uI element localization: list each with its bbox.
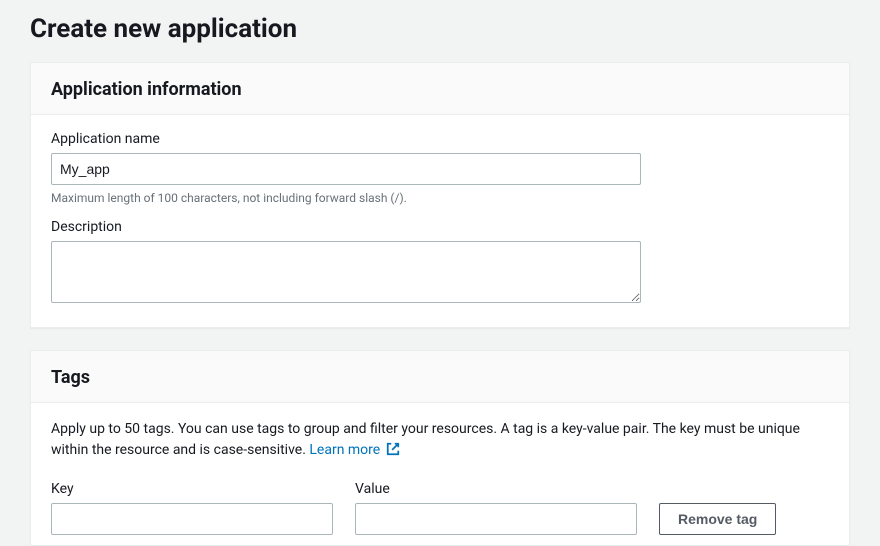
learn-more-text: Learn more bbox=[309, 442, 380, 458]
page-title: Create new application bbox=[30, 14, 850, 44]
tag-key-column: Key bbox=[51, 481, 333, 535]
tags-heading: Tags bbox=[51, 367, 829, 388]
tag-key-label: Key bbox=[51, 481, 333, 497]
application-information-heading: Application information bbox=[51, 79, 829, 100]
tag-value-label: Value bbox=[355, 481, 637, 497]
external-link-icon bbox=[386, 442, 400, 463]
application-name-label: Application name bbox=[51, 131, 829, 147]
tags-description-text: Apply up to 50 tags. You can use tags to… bbox=[51, 421, 800, 458]
application-information-panel: Application information Application name… bbox=[30, 62, 850, 328]
tag-row: Key Value Remove tag bbox=[51, 481, 829, 535]
learn-more-link[interactable]: Learn more bbox=[309, 442, 399, 458]
tags-panel: Tags Apply up to 50 tags. You can use ta… bbox=[30, 350, 850, 546]
tag-key-input[interactable] bbox=[51, 503, 333, 535]
tag-action-column: Remove tag bbox=[659, 503, 776, 535]
tag-value-column: Value bbox=[355, 481, 637, 535]
application-information-header: Application information bbox=[31, 63, 849, 115]
application-name-field: Application name Maximum length of 100 c… bbox=[51, 131, 829, 205]
description-input[interactable] bbox=[51, 241, 641, 303]
tags-header: Tags bbox=[31, 351, 849, 403]
description-label: Description bbox=[51, 219, 829, 235]
application-name-input[interactable] bbox=[51, 153, 641, 185]
tags-description: Apply up to 50 tags. You can use tags to… bbox=[51, 419, 829, 463]
application-name-hint: Maximum length of 100 characters, not in… bbox=[51, 191, 829, 205]
description-field: Description bbox=[51, 219, 829, 307]
remove-tag-button[interactable]: Remove tag bbox=[659, 503, 776, 535]
tag-value-input[interactable] bbox=[355, 503, 637, 535]
